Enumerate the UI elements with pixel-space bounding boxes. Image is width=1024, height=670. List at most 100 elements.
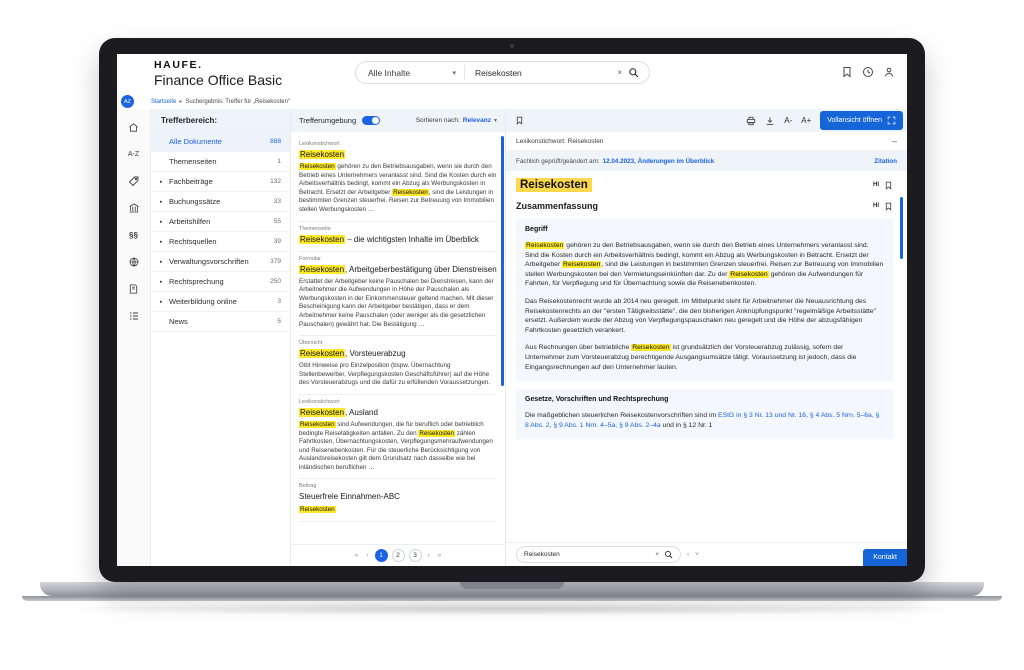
bookmark-icon[interactable] bbox=[515, 116, 524, 125]
pagination-first[interactable]: « bbox=[353, 552, 361, 559]
facet-count: 132 bbox=[270, 178, 281, 185]
global-search[interactable]: Alle Inhalte ▾ × bbox=[355, 61, 650, 84]
document-section-begriff: Begriff Reisekosten gehören zu den Betri… bbox=[516, 219, 893, 382]
result-title[interactable]: Reisekosten, Vorsteuerabzug bbox=[299, 348, 497, 359]
facet-item-alle-dokumente[interactable]: Alle Dokumente 888 bbox=[151, 132, 290, 152]
search-icon[interactable] bbox=[628, 67, 649, 78]
pagination-prev[interactable]: ‹ bbox=[364, 552, 370, 559]
document-section-gesetze: Gesetze, Vorschriften und Rechtsprechung… bbox=[516, 389, 893, 440]
font-smaller-button[interactable]: A- bbox=[784, 116, 792, 125]
bookmark-icon[interactable] bbox=[841, 66, 853, 78]
pagination: « ‹ 1 2 3 › » bbox=[291, 544, 505, 566]
breadcrumb-home[interactable]: Startseite bbox=[151, 99, 176, 105]
result-title[interactable]: Reisekosten, Ausland bbox=[299, 407, 497, 418]
home-icon[interactable] bbox=[124, 119, 144, 135]
pagination-page-3[interactable]: 3 bbox=[408, 549, 422, 562]
download-icon[interactable] bbox=[765, 116, 775, 126]
collapse-icon[interactable]: – bbox=[892, 136, 897, 146]
find-input[interactable] bbox=[524, 551, 656, 558]
facet-item-rechtsprechung[interactable]: ▸ Rechtsprechung 250 bbox=[151, 272, 290, 292]
facet-label: Rechtsquellen bbox=[169, 237, 217, 246]
facet-twisty-icon[interactable]: ▸ bbox=[160, 259, 165, 265]
search-input[interactable] bbox=[465, 67, 612, 78]
result-title[interactable]: Reisekosten – die wichtigsten Inhalte im… bbox=[299, 234, 497, 245]
list-icon[interactable] bbox=[124, 308, 144, 324]
facet-count: 3 bbox=[277, 298, 281, 305]
result-item[interactable]: Lexikonstichwort Reisekosten, Ausland Re… bbox=[299, 395, 497, 480]
result-title-rest: – die wichtigsten Inhalte im Überblick bbox=[345, 234, 479, 244]
result-snippet: Reisekosten sind Aufwendungen, die für b… bbox=[299, 420, 497, 473]
review-value[interactable]: 12.04.2023, Änderungen im Überblick bbox=[603, 158, 715, 165]
pagination-next[interactable]: › bbox=[426, 552, 432, 559]
snippet-highlight: Reisekosten bbox=[299, 506, 336, 514]
facet-item-themenseiten[interactable]: Themenseiten 1 bbox=[151, 152, 290, 172]
title-actions: HI bbox=[873, 181, 893, 190]
paragraph-law-icon[interactable]: §§ bbox=[124, 227, 144, 243]
facet-twisty-icon[interactable]: ▸ bbox=[160, 179, 165, 185]
laptop-shadow bbox=[60, 602, 964, 616]
a-z-index-icon[interactable]: A-Z bbox=[124, 146, 144, 162]
facet-twisty-icon[interactable]: ▸ bbox=[160, 279, 165, 285]
facet-item-buchungssaetze[interactable]: ▸ Buchungssätze 33 bbox=[151, 192, 290, 212]
result-item[interactable]: Themenseite Reisekosten – die wichtigste… bbox=[299, 222, 497, 252]
sort-select[interactable]: Sortieren nach: Relevanz ▾ bbox=[416, 117, 497, 124]
document-content: Reisekosten HI Zusammenfassung HI Begrif… bbox=[506, 171, 907, 542]
hi-label[interactable]: HI bbox=[873, 203, 879, 209]
facet-item-arbeitshilfen[interactable]: ▸ Arbeitshilfen 55 bbox=[151, 212, 290, 232]
document-scrollbar[interactable] bbox=[900, 197, 903, 259]
facet-twisty-icon[interactable]: ▸ bbox=[160, 199, 165, 205]
pagination-page-2[interactable]: 2 bbox=[391, 549, 405, 562]
pagination-last[interactable]: » bbox=[436, 552, 444, 559]
kontakt-button[interactable]: Kontakt bbox=[863, 549, 907, 566]
find-prev-button[interactable]: ‹ bbox=[687, 551, 689, 558]
result-item[interactable]: Beitrag Steuerfreie Einnahmen-ABC Reisek… bbox=[299, 479, 497, 523]
result-item[interactable]: Formular Reisekosten, Arbeitgeberbestäti… bbox=[299, 252, 497, 337]
user-account-icon[interactable] bbox=[883, 66, 895, 78]
pagination-page-1[interactable]: 1 bbox=[374, 549, 388, 562]
clear-find-icon[interactable]: × bbox=[655, 551, 664, 558]
document-type-label: Lexikonstichwort: Reisekosten bbox=[516, 137, 604, 145]
clear-search-icon[interactable]: × bbox=[611, 68, 628, 77]
printer-icon[interactable] bbox=[746, 116, 756, 126]
find-next-button[interactable]: ˅ bbox=[695, 551, 699, 558]
facet-item-rechtsquellen[interactable]: ▸ Rechtsquellen 39 bbox=[151, 232, 290, 252]
bookmark-icon[interactable] bbox=[884, 202, 893, 211]
hi-label[interactable]: HI bbox=[873, 182, 879, 188]
result-title[interactable]: Reisekosten bbox=[299, 149, 497, 160]
tag-icon[interactable] bbox=[124, 173, 144, 189]
facet-item-fachbeitraege[interactable]: ▸ Fachbeiträge 132 bbox=[151, 172, 290, 192]
find-in-document[interactable]: × bbox=[516, 546, 681, 563]
result-title[interactable]: Steuerfreie Einnahmen-ABC bbox=[299, 491, 497, 502]
book-icon[interactable] bbox=[124, 281, 144, 297]
facet-twisty-icon[interactable]: ▸ bbox=[160, 239, 165, 245]
results-scrollbar[interactable] bbox=[501, 136, 504, 386]
document-type-bar: Lexikonstichwort: Reisekosten – bbox=[506, 132, 907, 151]
breadcrumb-badge[interactable]: AZ bbox=[121, 95, 134, 108]
result-item[interactable]: Lexikonstichwort Reisekosten Reisekosten… bbox=[299, 137, 497, 222]
result-snippet: Gibt Hinweise pro Einzelposition (bspw. … bbox=[299, 362, 491, 387]
bookmark-icon[interactable] bbox=[884, 181, 893, 190]
facet-twisty-icon[interactable]: ▸ bbox=[160, 299, 165, 305]
find-search-icon[interactable] bbox=[664, 550, 673, 559]
institution-icon[interactable] bbox=[124, 200, 144, 216]
brand-logo: HAUFE. bbox=[154, 58, 203, 71]
results-list[interactable]: Lexikonstichwort Reisekosten Reisekosten… bbox=[291, 132, 505, 544]
open-fullview-label: Vollansicht öffnen bbox=[827, 117, 882, 124]
result-snippet: Reisekosten gehören zu den Betriebsausga… bbox=[299, 163, 497, 215]
facet-item-verwaltungsvorschriften[interactable]: ▸ Verwaltungsvorschriften 379 bbox=[151, 252, 290, 272]
globe-icon[interactable] bbox=[124, 254, 144, 270]
result-snippet: Reisekosten bbox=[299, 506, 497, 515]
font-larger-button[interactable]: A+ bbox=[801, 116, 811, 125]
facet-item-news[interactable]: News 5 bbox=[151, 312, 290, 332]
context-toggle[interactable] bbox=[362, 116, 381, 125]
history-clock-icon[interactable] bbox=[862, 66, 874, 78]
result-title[interactable]: Reisekosten, Arbeitgeberbestätigung über… bbox=[299, 264, 497, 275]
result-item[interactable]: Übersicht Reisekosten, Vorsteuerabzug Gi… bbox=[299, 336, 497, 395]
facet-twisty-icon[interactable]: ▸ bbox=[160, 219, 165, 225]
citation-link[interactable]: Zitation bbox=[874, 158, 897, 165]
term-highlight: Reisekosten bbox=[631, 344, 671, 352]
search-scope-select[interactable]: Alle Inhalte ▾ bbox=[356, 68, 464, 78]
section-heading-row: Zusammenfassung HI bbox=[516, 201, 893, 211]
open-fullview-button[interactable]: Vollansicht öffnen bbox=[820, 111, 903, 130]
facet-item-weiterbildung-online[interactable]: ▸ Weiterbildung online 3 bbox=[151, 292, 290, 312]
